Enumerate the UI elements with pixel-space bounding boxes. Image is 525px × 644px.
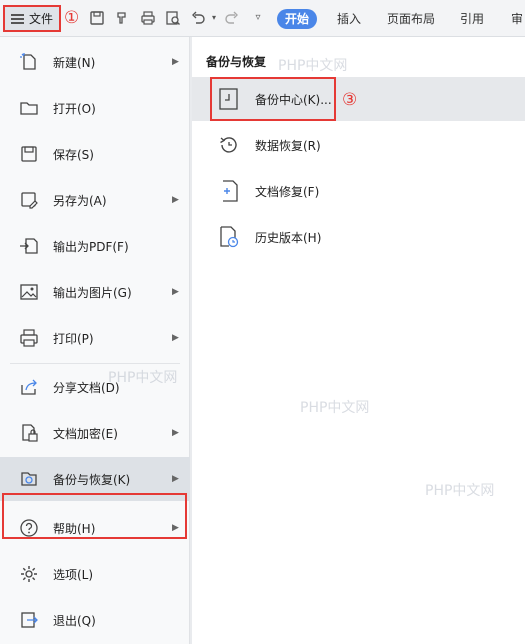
file-menu-panel: 新建(N) ▶ 打开(O) 保存(S) 另存为(A) ▶ 输出为PDF(F) 输… [0,37,190,644]
menu-item-label: 打开(O) [53,101,96,116]
quick-access-dropdown-icon[interactable]: ▿ [250,10,266,26]
menu-item-label: 选项(L) [53,567,94,582]
submenu-arrow-icon: ▶ [172,333,179,343]
export-image-icon [19,282,39,302]
watermark: PHP中文网 [300,400,370,416]
watermark: PHP中文网 [278,58,348,74]
menu-item-label: 退出(Q) [53,613,96,628]
menu-item-label: 输出为PDF(F) [53,239,129,254]
document-repair-icon [218,179,240,203]
tab-page-layout[interactable]: 页面布局 [387,9,435,29]
save-as-icon [19,190,39,210]
save-icon [19,144,39,164]
data-recovery-icon [218,133,240,157]
menu-item-exit[interactable]: 退出(Q) [0,598,190,642]
step-marker-3: ③ [342,90,358,110]
undo-icon[interactable] [190,10,206,26]
submenu-arrow-icon: ▶ [172,428,179,438]
history-version-icon [218,225,240,249]
share-icon [19,377,39,397]
menu-item-save[interactable]: 保存(S) [0,132,190,176]
menu-item-label: 输出为图片(G) [53,285,132,300]
submenu-item-label: 数据恢复(R) [255,139,321,153]
file-menu-label: 文件 [29,12,54,26]
tab-home[interactable]: 开始 [277,9,318,29]
submenu-arrow-icon: ▶ [172,57,179,67]
submenu-item-data-recovery[interactable]: 数据恢复(R) [192,123,525,167]
highlight-box-backup-center [210,77,336,121]
menu-item-label: 保存(S) [53,147,94,162]
print-preview-icon[interactable] [165,10,181,26]
exit-icon [19,610,39,630]
export-pdf-icon [19,236,39,256]
save-icon[interactable] [89,10,105,26]
backup-restore-submenu: 备份与恢复 备份中心(K)... 数据恢复(R) 文档修复(F) 历史版本(H)… [192,37,525,644]
menu-divider [10,363,180,364]
step-marker-1: ① [64,8,80,28]
file-menu-button[interactable]: 文件 [3,5,61,32]
tab-insert[interactable]: 插入 [337,9,361,29]
submenu-arrow-icon: ▶ [172,195,179,205]
tab-review[interactable]: 审 [511,9,523,29]
tab-references[interactable]: 引用 [460,9,484,29]
settings-gear-icon [19,564,39,584]
new-file-icon [19,52,39,72]
hamburger-icon [11,13,24,24]
format-painter-icon[interactable] [114,10,130,26]
undo-dropdown-icon[interactable]: ▾ [206,10,222,26]
menu-item-print[interactable]: 打印(P) ▶ [0,316,190,360]
menu-item-new[interactable]: 新建(N) ▶ [0,40,190,84]
menu-item-label: 打印(P) [53,331,94,346]
submenu-item-history-version[interactable]: 历史版本(H) [192,215,525,259]
menu-item-label: 新建(N) [53,55,96,70]
submenu-arrow-icon: ▶ [172,287,179,297]
menu-item-export-image[interactable]: 输出为图片(G) ▶ [0,270,190,314]
submenu-item-document-repair[interactable]: 文档修复(F) [192,169,525,213]
ribbon-toolbar: 文件 ① ▾ ▿ 开始 插入 页面布局 引用 审 [0,0,525,37]
menu-item-options[interactable]: 选项(L) [0,552,190,596]
watermark: PHP中文网 [108,370,178,386]
menu-item-save-as[interactable]: 另存为(A) ▶ [0,178,190,222]
menu-item-label: 备份与恢复(K) [53,472,131,487]
menu-item-export-pdf[interactable]: 输出为PDF(F) [0,224,190,268]
encrypt-icon [19,423,39,443]
submenu-title: 备份与恢复 [206,55,267,69]
highlight-box-backup-restore [2,493,187,539]
print-icon [19,328,39,348]
watermark: PHP中文网 [425,483,495,499]
submenu-arrow-icon: ▶ [172,474,179,484]
menu-item-label: 另存为(A) [53,193,107,208]
menu-item-open[interactable]: 打开(O) [0,86,190,130]
redo-icon[interactable] [224,10,240,26]
print-icon[interactable] [140,10,156,26]
submenu-item-label: 文档修复(F) [255,185,320,199]
folder-open-icon [19,98,39,118]
menu-item-label: 文档加密(E) [53,426,118,441]
backup-restore-icon [19,469,39,489]
submenu-item-label: 历史版本(H) [255,231,322,245]
menu-item-encrypt[interactable]: 文档加密(E) ▶ [0,411,190,455]
